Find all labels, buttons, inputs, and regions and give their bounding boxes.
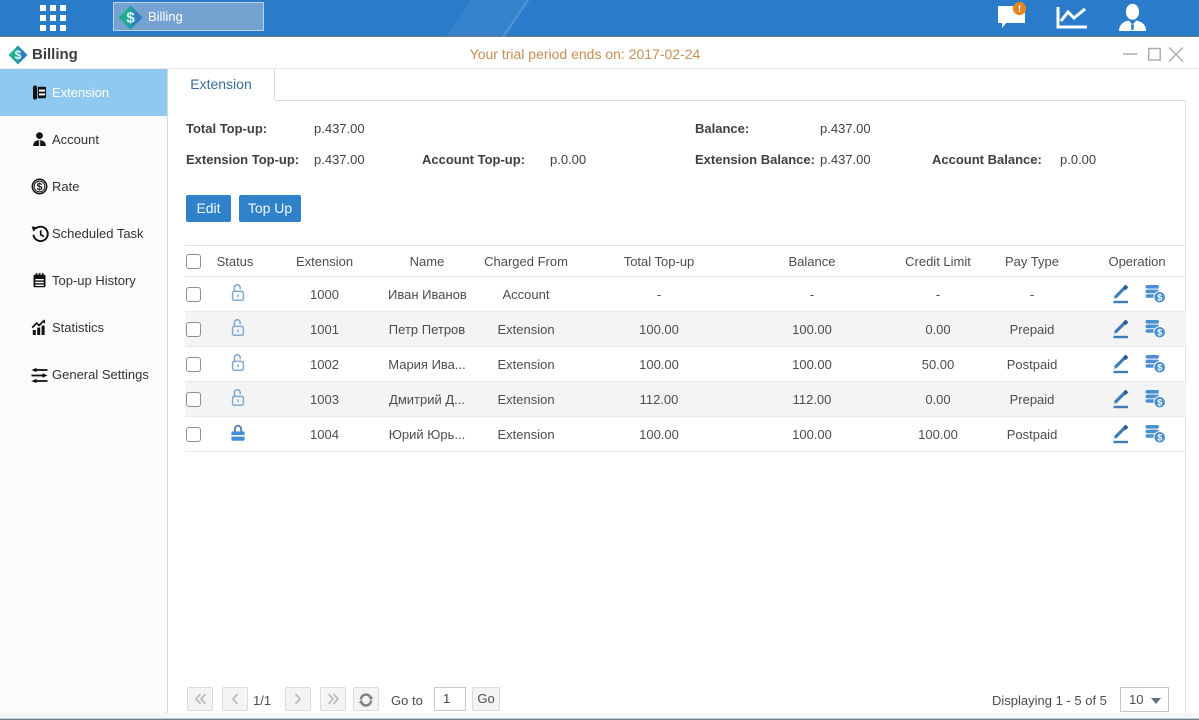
svg-text:$: $ — [1157, 328, 1162, 338]
svg-text:$: $ — [126, 10, 135, 27]
svg-text:$: $ — [37, 181, 43, 193]
svg-text:$: $ — [1157, 293, 1162, 303]
svg-text:$: $ — [1157, 398, 1162, 408]
svg-text:$: $ — [1157, 433, 1162, 443]
svg-text:!: ! — [1018, 4, 1021, 15]
svg-text:$: $ — [1157, 363, 1162, 373]
